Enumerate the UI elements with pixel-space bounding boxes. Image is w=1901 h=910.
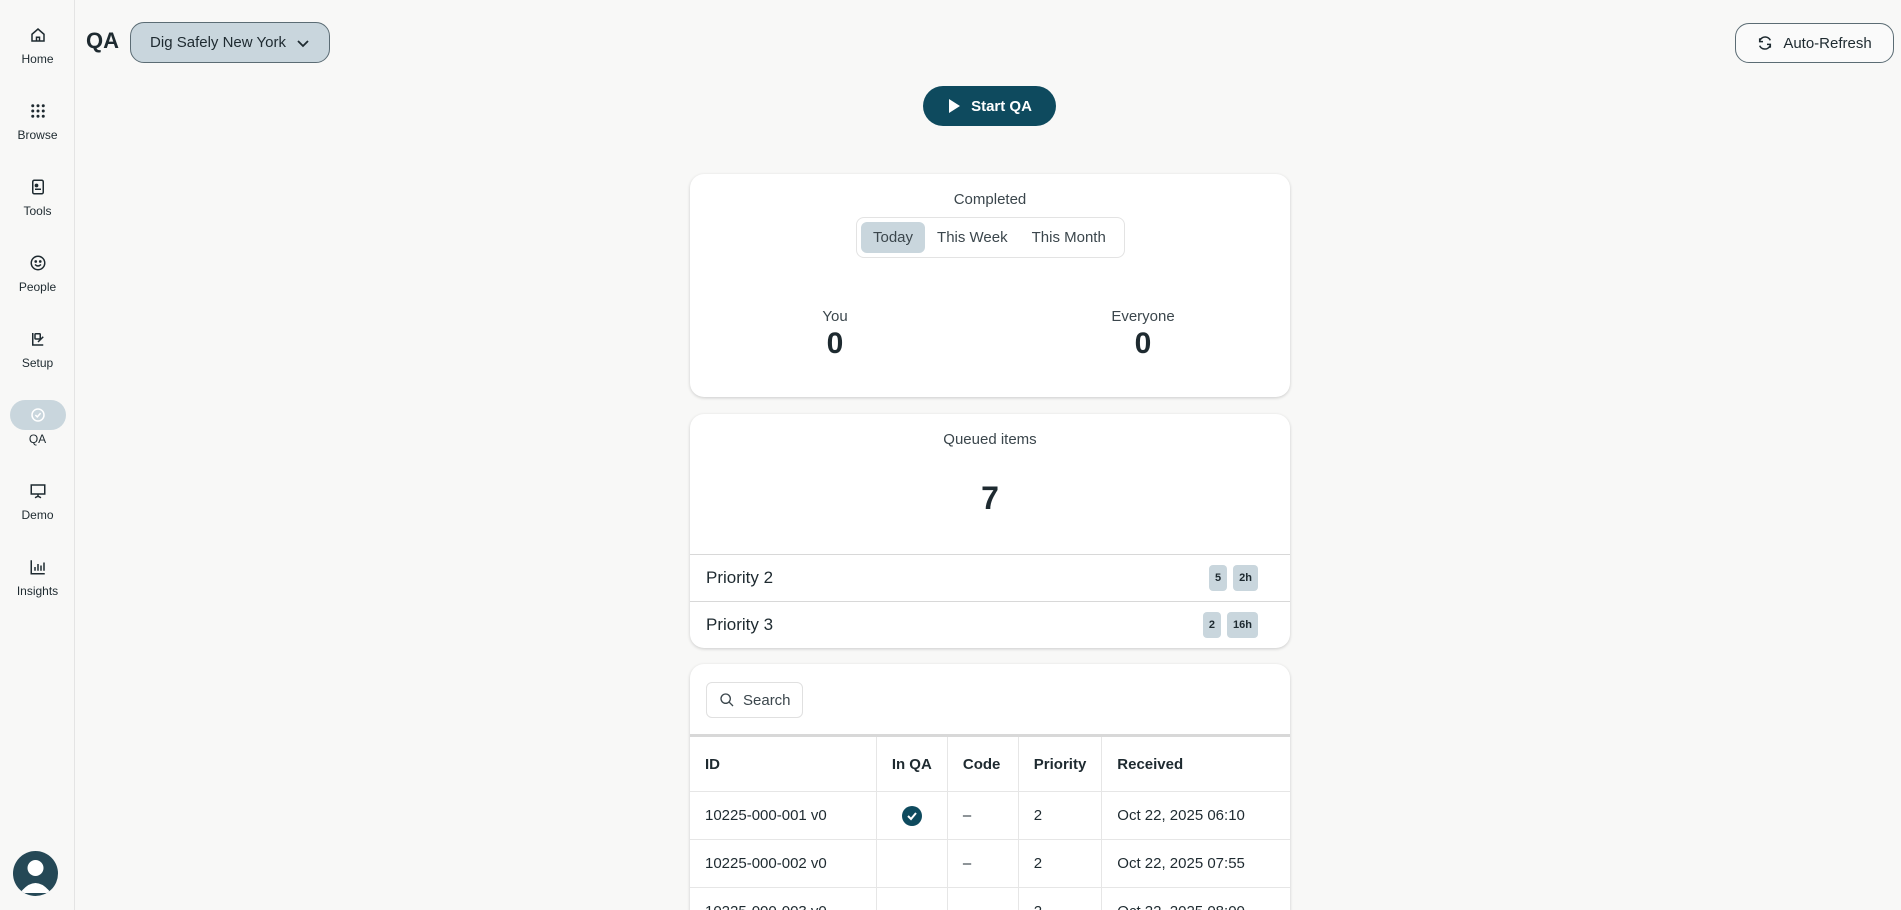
cell-received: Oct 22, 2025 07:55 <box>1101 839 1290 888</box>
everyone-value: 0 <box>1134 327 1152 360</box>
home-icon <box>10 20 66 50</box>
search-icon <box>720 693 734 707</box>
you-value: 0 <box>826 327 844 360</box>
nav-item-insights[interactable]: Insights <box>0 552 75 612</box>
table-row[interactable]: 10225-000-001 v0 – 2 Oct 22, 2025 06:10 <box>690 791 1290 840</box>
refresh-icon <box>1759 36 1772 50</box>
cell-code: – <box>947 791 1019 840</box>
nav-label: Setup <box>21 356 54 370</box>
cell-received: Oct 22, 2025 06:10 <box>1101 791 1290 840</box>
search-input[interactable]: Search <box>706 682 803 718</box>
start-qa-button[interactable]: Start QA <box>923 86 1056 126</box>
start-qa-label: Start QA <box>971 97 1032 115</box>
nav-item-browse[interactable]: Browse <box>0 96 75 156</box>
page-title: QA <box>86 28 119 53</box>
column-header-code[interactable]: Code <box>947 735 1019 792</box>
nav-label: Browse <box>17 128 58 142</box>
cell-code: – <box>947 887 1019 910</box>
nav-item-tools[interactable]: Tools <box>0 172 75 232</box>
you-label: You <box>822 308 848 325</box>
auto-refresh-label: Auto-Refresh <box>1783 34 1872 52</box>
cell-id: 10225-000-003 v0 <box>690 887 877 910</box>
sidebar: Home Browse Tools People Setup QA Demo I… <box>0 0 75 910</box>
column-header-in-qa[interactable]: In QA <box>876 735 948 792</box>
queue-table: ID In QA Code Priority Received 10225-00… <box>690 734 1290 910</box>
bar-chart-icon <box>10 552 66 582</box>
user-icon <box>20 860 51 893</box>
table-row[interactable]: 10225-000-002 v0 – 2 Oct 22, 2025 07:55 <box>690 839 1290 888</box>
nav-label: Home <box>21 52 54 66</box>
auto-refresh-button[interactable]: Auto-Refresh <box>1735 23 1894 63</box>
nav-label: Demo <box>21 508 54 522</box>
priority-row[interactable]: Priority 2 5 2h <box>690 554 1290 601</box>
cell-in-qa <box>876 887 948 910</box>
completed-title: Completed <box>953 191 1027 208</box>
everyone-stat: Everyone 0 <box>1083 308 1203 361</box>
table-header-row: ID In QA Code Priority Received <box>690 735 1290 792</box>
you-stat: You 0 <box>775 308 895 361</box>
column-header-id[interactable]: ID <box>690 735 877 792</box>
cell-id: 10225-000-001 v0 <box>690 791 877 840</box>
cell-in-qa <box>876 839 948 888</box>
cell-priority: 2 <box>1018 791 1103 840</box>
column-header-priority[interactable]: Priority <box>1018 735 1103 792</box>
nav-label: Insights <box>16 584 59 598</box>
priority-count-badge: 5 <box>1209 565 1228 591</box>
priority-row[interactable]: Priority 3 2 16h <box>690 601 1290 648</box>
tools-icon <box>10 172 66 202</box>
cell-priority: 2 <box>1018 839 1103 888</box>
period-segmented-control: Today This Week This Month <box>856 217 1125 258</box>
cell-priority: 2 <box>1018 887 1103 910</box>
cell-in-qa <box>876 791 948 840</box>
organization-select-label: Dig Safely New York <box>150 34 286 51</box>
priority-name: Priority 2 <box>706 568 774 587</box>
priority-name: Priority 3 <box>706 615 774 634</box>
setup-icon <box>10 324 66 354</box>
queued-value: 7 <box>981 480 999 516</box>
presentation-icon <box>10 476 66 506</box>
nav-item-qa[interactable]: QA <box>0 400 75 460</box>
column-header-received[interactable]: Received <box>1101 735 1290 792</box>
priority-age-badge: 16h <box>1227 612 1258 638</box>
nav-item-demo[interactable]: Demo <box>0 476 75 536</box>
nav-label: People <box>18 280 57 294</box>
nav-item-setup[interactable]: Setup <box>0 324 75 384</box>
avatar[interactable] <box>13 851 58 896</box>
tab-this-week[interactable]: This Week <box>925 222 1020 253</box>
nav-item-people[interactable]: People <box>0 248 75 308</box>
search-placeholder: Search <box>743 691 791 709</box>
nav-label: Tools <box>23 204 52 218</box>
everyone-label: Everyone <box>1111 308 1175 325</box>
queue-table-card: Search ID In QA Code Priority Received 1… <box>690 664 1290 910</box>
tab-today[interactable]: Today <box>861 222 926 253</box>
completed-card: Completed Today This Week This Month You… <box>690 174 1290 397</box>
nav-item-home[interactable]: Home <box>0 20 75 80</box>
grid-icon <box>10 96 66 126</box>
table-row[interactable]: 10225-000-003 v0 – 2 Oct 22, 2025 08:00 <box>690 887 1290 910</box>
check-circle-icon <box>901 805 922 826</box>
queued-card: Queued items 7 Priority 2 5 2h Priority … <box>690 414 1290 648</box>
smiley-icon <box>10 248 66 278</box>
play-icon <box>949 99 961 113</box>
cell-received: Oct 22, 2025 08:00 <box>1101 887 1290 910</box>
queued-title: Queued items <box>943 431 1037 448</box>
priority-age-badge: 2h <box>1233 565 1258 591</box>
cell-code: – <box>947 839 1019 888</box>
tab-this-month[interactable]: This Month <box>1020 222 1118 253</box>
organization-select[interactable]: Dig Safely New York <box>130 22 330 63</box>
priority-count-badge: 2 <box>1202 612 1222 638</box>
chevron-down-icon <box>297 39 309 47</box>
nav-label: QA <box>28 432 47 446</box>
check-circle-icon <box>9 400 66 430</box>
cell-id: 10225-000-002 v0 <box>690 839 877 888</box>
